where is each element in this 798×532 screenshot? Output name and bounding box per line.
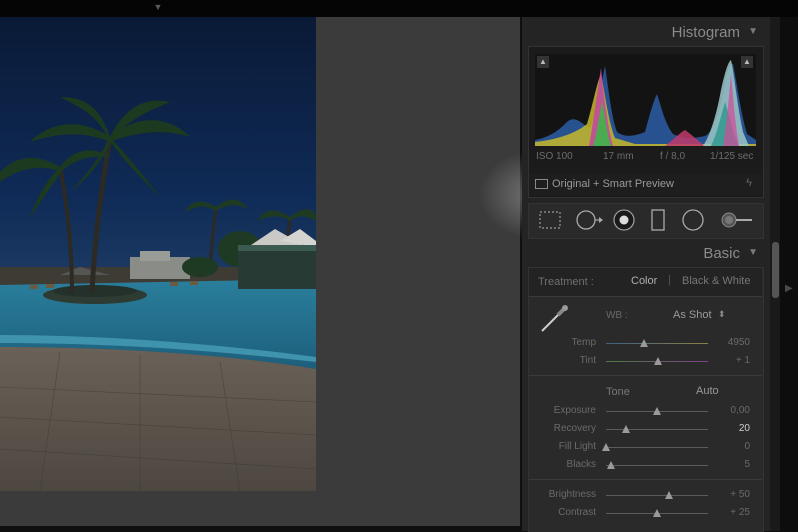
smart-preview-status[interactable]: Original + Smart Preview ϟ [529,174,762,195]
temp-value[interactable]: 4950 [710,337,750,348]
recovery-value[interactable]: 20 [710,423,750,434]
highlight-clipping-icon[interactable]: ▲ [741,56,753,68]
fill-light-slider-track[interactable] [606,447,708,448]
preview-image-icon [535,179,548,189]
brightness-value[interactable]: + 50 [710,489,750,500]
exif-aperture: f / 8,0 [660,151,686,162]
recovery-slider-thumb[interactable] [622,425,631,433]
right-panel-edge [780,17,798,531]
brightness-slider-thumb[interactable] [665,491,674,499]
adjustment-brush-icon[interactable] [720,208,754,237]
separator [529,296,762,297]
blacks-slider-track[interactable] [606,465,708,466]
recovery-slider-track[interactable] [606,429,708,430]
brightness-label: Brightness [548,489,596,500]
graduated-filter-icon[interactable] [650,208,666,237]
basic-title: Basic [703,245,740,262]
fill-light-slider-thumb[interactable] [602,443,610,451]
separator [529,375,762,376]
separator [529,479,762,480]
wb-select-value[interactable]: As Shot [673,309,712,321]
blacks-slider-thumb[interactable] [607,461,616,469]
right-panel-toggle-icon[interactable]: ▶ [785,283,793,294]
temp-label: Temp [571,337,596,348]
exif-iso: ISO 100 [536,151,573,162]
tint-slider-thumb[interactable] [654,357,663,365]
shadow-clipping-icon[interactable]: ▲ [537,56,549,68]
blacks-value[interactable]: 5 [710,459,750,470]
treatment-color-button[interactable]: Color [631,275,657,287]
histogram-graph[interactable] [535,54,756,146]
photo-image [0,17,316,491]
temp-slider-track[interactable] [606,343,708,344]
lightning-icon: ϟ [746,177,752,189]
exposure-value[interactable]: 0,00 [710,405,750,416]
smart-preview-label: Original + Smart Preview [552,178,674,190]
wb-eyedropper-icon[interactable] [538,303,570,340]
spot-removal-icon[interactable] [575,208,605,237]
red-eye-icon[interactable] [611,208,637,237]
collapse-triangle-icon[interactable]: ▼ [748,247,758,258]
treatment-bw-button[interactable]: Black & White [682,275,750,287]
exposure-label: Exposure [553,405,596,416]
contrast-value[interactable]: + 25 [710,507,750,518]
blacks-label: Blacks [566,459,596,470]
contrast-label: Contrast [558,507,596,518]
treatment-divider: | [668,274,671,286]
recovery-label: Recovery [553,423,596,434]
tint-label: Tint [579,355,596,366]
exif-shutter: 1/125 sec [710,151,754,162]
crop-overlay-icon[interactable] [538,210,562,235]
collapse-triangle-icon[interactable]: ▼ [748,26,758,37]
histogram-title: Histogram [671,24,740,41]
contrast-slider-thumb[interactable] [653,509,661,517]
exposure-slider-thumb[interactable] [653,407,661,415]
histogram-header[interactable]: Histogram ▼ [528,18,762,46]
scrollbar-thumb[interactable] [772,242,779,298]
wb-select-arrows-icon[interactable]: ⬍ [718,309,726,320]
top-panel-toggle-icon[interactable]: ▼ [151,3,165,12]
tone-auto-button[interactable]: Auto [696,385,719,397]
radial-filter-icon[interactable] [681,208,705,237]
histogram-curve [535,60,756,146]
fill-light-label: Fill Light [558,441,596,452]
exif-focal-length: 17 mm [603,151,634,162]
treatment-label: Treatment : [538,276,594,288]
top-panel-bar: ▼ [0,0,798,17]
brightness-slider-track[interactable] [606,495,708,496]
wb-label: WB : [606,310,628,321]
tint-value[interactable]: + 1 [710,355,750,366]
fill-light-value[interactable]: 0 [710,441,750,452]
photo-preview[interactable] [0,17,316,491]
basic-header[interactable]: Basic ▼ [528,239,762,267]
temp-slider-thumb[interactable] [639,339,648,347]
tone-label: Tone [606,386,630,398]
